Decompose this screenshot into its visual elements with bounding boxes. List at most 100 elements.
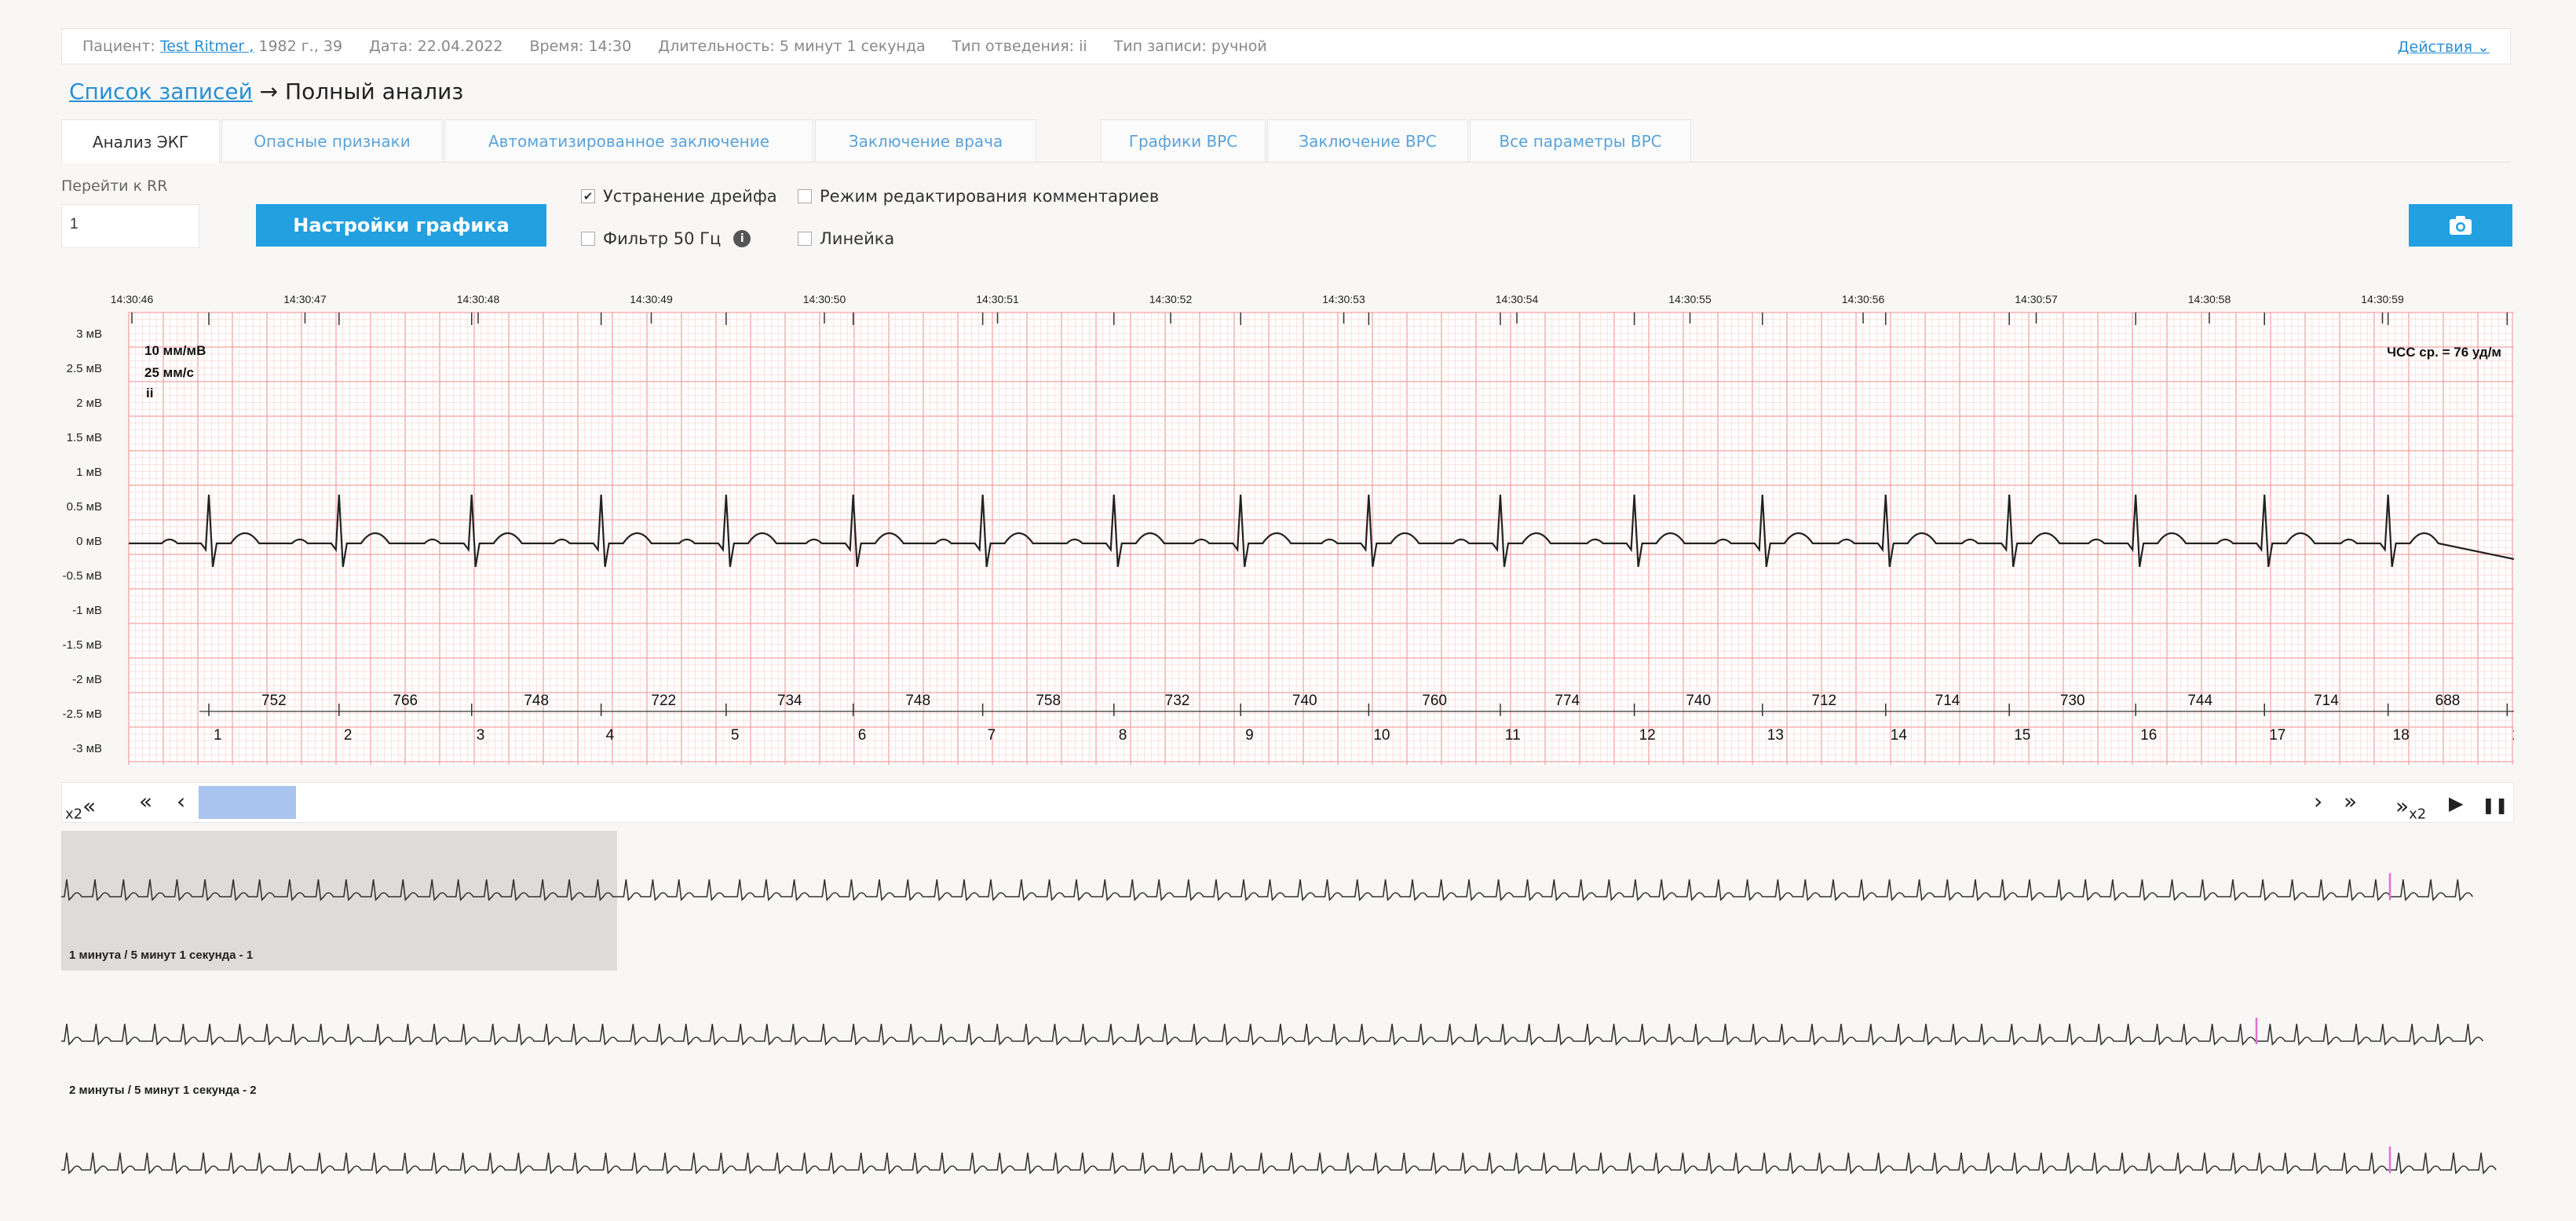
beat-number: 15 (2014, 727, 2030, 744)
beat-number: 7 (988, 727, 996, 744)
voltage-tick-label: -2.5 мВ (63, 707, 102, 721)
overview-label-2: 2 минуты / 5 минут 1 секунда - 2 (69, 1084, 257, 1097)
play-button[interactable]: ▶ (2449, 791, 2463, 816)
voltage-tick-label: -0.5 мВ (63, 569, 102, 583)
ecg-chart[interactable]: 3 мВ 2.5 мВ 2 мВ 1.5 мВ 1 мВ 0.5 мВ 0 мВ -0.5 м… (61, 284, 2514, 771)
ecg-voltage-axis: 3 мВ 2.5 мВ 2 мВ 1.5 мВ 1 мВ 0.5 мВ 0 мВ -0.5 м… (63, 327, 102, 755)
beat-number: 5 (731, 727, 740, 744)
lead-type: Тип отведения: ii (952, 38, 1087, 55)
chart-settings-button[interactable]: Настройки графика (256, 204, 546, 247)
tab-all-hrv-params[interactable]: Все параметры ВРС (1470, 119, 1691, 162)
voltage-tick-label: -2 мВ (72, 673, 102, 686)
voltage-tick-label: 0 мВ (76, 535, 102, 548)
voltage-tick-label: 2 мВ (76, 397, 102, 410)
filter-50hz-label: Фильтр 50 Гц (603, 229, 722, 248)
rr-interval-value: 734 (777, 693, 802, 709)
time-tick-label: 14:30:55 (1668, 293, 1712, 305)
filter-50hz-checkbox[interactable]: Фильтр 50 Гц i (581, 229, 751, 248)
comment-edit-checkbox[interactable]: Режим редактирования комментариев (798, 187, 1159, 206)
back-x2-button[interactable]: x2« (65, 794, 96, 828)
double-right-icon: » (2395, 793, 2410, 819)
voltage-tick-label: -3 мВ (72, 742, 102, 755)
pause-button[interactable]: ❚❚ (2482, 792, 2508, 817)
time-tick-label: 14:30:57 (2015, 293, 2058, 305)
breadcrumb-arrow: → (259, 79, 279, 104)
actions-dropdown[interactable]: Действия ⌄ (2398, 38, 2490, 56)
rr-interval-value: 722 (651, 693, 676, 709)
goto-rr-input[interactable]: 1 (61, 204, 199, 248)
overview-trace-1 (61, 873, 2473, 901)
drift-removal-checkbox[interactable]: ✔ Устранение дрейфа (581, 187, 777, 206)
x2-label: x2 (65, 806, 83, 823)
tab-ecg-analysis[interactable]: Анализ ЭКГ (61, 119, 220, 163)
voltage-tick-label: 0.5 мВ (67, 500, 102, 514)
double-left-icon: « (82, 793, 97, 819)
time-tick-label: 14:30:46 (111, 293, 154, 305)
overview-strip-2[interactable]: 2 минуты / 5 минут 1 секунда - 2 (61, 997, 2514, 1123)
beat-number: 16 (2140, 727, 2157, 744)
x2-label: x2 (2409, 806, 2427, 823)
rr-interval-value: 752 (261, 693, 287, 709)
overview-trace-path (61, 1152, 2497, 1175)
beat-number: 4 (606, 727, 615, 744)
time-tick-label: 14:30:47 (283, 293, 327, 305)
time-tick-label: 14:30:56 (1842, 293, 1885, 305)
patient-name-link[interactable]: Test Ritmer , (160, 38, 254, 55)
rr-interval-value: 730 (2060, 693, 2085, 709)
tab-auto-conclusion[interactable]: Автоматизированное заключение (444, 119, 813, 162)
ruler-label: Линейка (820, 229, 895, 248)
patient-info-bar: Пациент: Test Ritmer , 1982 г., 39 Дата:… (61, 28, 2511, 64)
rr-interval-value: 688 (2435, 693, 2461, 709)
beat-number: 19 (2512, 727, 2514, 744)
beat-number: 18 (2393, 727, 2410, 744)
time-tick-label: 14:30:49 (630, 293, 673, 305)
time-tick-label: 14:30:52 (1149, 293, 1193, 305)
rr-interval-value: 760 (1422, 693, 1447, 709)
comment-edit-label: Режим редактирования комментариев (820, 187, 1160, 206)
rr-interval-value: 714 (2314, 693, 2339, 709)
navigation-bar: x2« « ‹ › » »x2 ▶ ❚❚ (61, 782, 2514, 823)
ruler-checkbox[interactable]: Линейка (798, 229, 894, 248)
checkbox-checked-icon: ✔ (581, 189, 595, 203)
overview-strip-3[interactable] (61, 1131, 2514, 1217)
overview-strip-1[interactable]: 1 минута / 5 минут 1 секунда - 1 (61, 831, 2514, 972)
tab-hrv-charts[interactable]: Графики ВРС (1101, 119, 1266, 162)
beat-number: 10 (1373, 727, 1390, 744)
record-duration: Длительность: 5 минут 1 секунда (658, 38, 926, 55)
tab-hrv-conclusion[interactable]: Заключение ВРС (1267, 119, 1468, 162)
rr-interval-value: 748 (524, 693, 549, 709)
screenshot-button[interactable] (2409, 204, 2512, 247)
breadcrumb: Список записей → Полный анализ (69, 79, 463, 104)
record-time: Время: 14:30 (529, 38, 632, 55)
back-button[interactable]: ‹ (177, 789, 185, 814)
voltage-tick-label: 2.5 мВ (67, 362, 102, 375)
forward-x2-button[interactable]: »x2 (2395, 794, 2426, 828)
forward-fast-button[interactable]: » (2344, 789, 2357, 814)
beat-number: 14 (1891, 727, 1908, 744)
time-tick-label: 14:30:54 (1496, 293, 1539, 305)
tab-doctor-conclusion[interactable]: Заключение врача (815, 119, 1036, 162)
rr-interval-value: 740 (1686, 693, 1711, 709)
patient-label: Пациент: (82, 38, 155, 55)
time-tick-label: 14:30:59 (2361, 293, 2404, 305)
info-icon[interactable]: i (733, 230, 751, 247)
checkbox-icon (581, 232, 595, 246)
rr-interval-value: 740 (1292, 693, 1317, 709)
overview-label-1: 1 минута / 5 минут 1 секунда - 1 (69, 949, 254, 962)
beat-number: 17 (2269, 727, 2286, 744)
back-fast-button[interactable]: « (139, 789, 152, 814)
voltage-tick-label: 1.5 мВ (67, 431, 102, 444)
ecg-grid (128, 312, 2514, 765)
goto-rr-label: Перейти к RR (61, 177, 168, 195)
voltage-tick-label: 3 мВ (76, 327, 102, 341)
beat-number: 2 (344, 727, 353, 744)
patient-meta: 1982 г., 39 (258, 38, 343, 55)
tab-danger-signs[interactable]: Опасные признаки (221, 119, 443, 162)
breadcrumb-current: Полный анализ (285, 79, 464, 104)
forward-button[interactable]: › (2314, 789, 2322, 814)
overview-trace-path (61, 879, 2473, 901)
breadcrumb-records-list-link[interactable]: Список записей (69, 79, 253, 104)
scroll-thumb[interactable] (199, 786, 296, 819)
rr-interval-value: 732 (1165, 693, 1190, 709)
overview-trace-3 (61, 1146, 2497, 1175)
